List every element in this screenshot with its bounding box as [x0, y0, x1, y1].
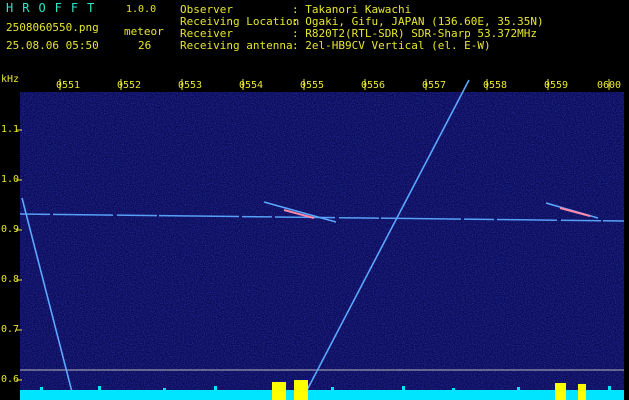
time-tick-label: 0558 [483, 80, 508, 91]
y-tick-label: 1.0 [1, 174, 20, 185]
hrofft-window: HROFFT 1.0.0 2508060550.png meteor 25.08… [0, 0, 629, 400]
time-tick-label: 0554 [239, 80, 264, 91]
burst-bar [578, 384, 586, 400]
y-tick-label: 1.1 [1, 124, 20, 135]
time-tick-label: 0556 [361, 80, 386, 91]
y-tick-label: 0.8 [1, 274, 20, 285]
time-tick-label: 0559 [544, 80, 569, 91]
time-tick-label: 0551 [56, 80, 81, 91]
level-spike [331, 387, 334, 400]
level-spike [452, 388, 455, 400]
level-spike [40, 387, 43, 400]
time-tick-marks [59, 79, 610, 90]
time-tick-label: 0557 [422, 80, 447, 91]
time-tick-label: 0600 [597, 80, 622, 91]
y-tick-label: 0.6 [1, 374, 20, 385]
level-spike [163, 388, 166, 400]
level-bar [20, 390, 624, 400]
level-spike [402, 386, 405, 400]
level-spike [98, 386, 101, 400]
time-tick-label: 0555 [300, 80, 325, 91]
level-spike [214, 386, 217, 400]
y-tick-label: 0.7 [1, 324, 20, 335]
burst-bar [555, 383, 566, 400]
level-spike [517, 387, 520, 400]
level-spike [608, 386, 611, 400]
y-axis-unit: kHz [1, 74, 20, 85]
burst-bar [272, 382, 286, 400]
waterfall-noise [20, 92, 624, 398]
spectrogram [16, 79, 625, 400]
time-tick-label: 0552 [117, 80, 142, 91]
time-tick-label: 0553 [178, 80, 203, 91]
burst-bar [294, 380, 308, 400]
y-tick-label: 0.9 [1, 224, 20, 235]
